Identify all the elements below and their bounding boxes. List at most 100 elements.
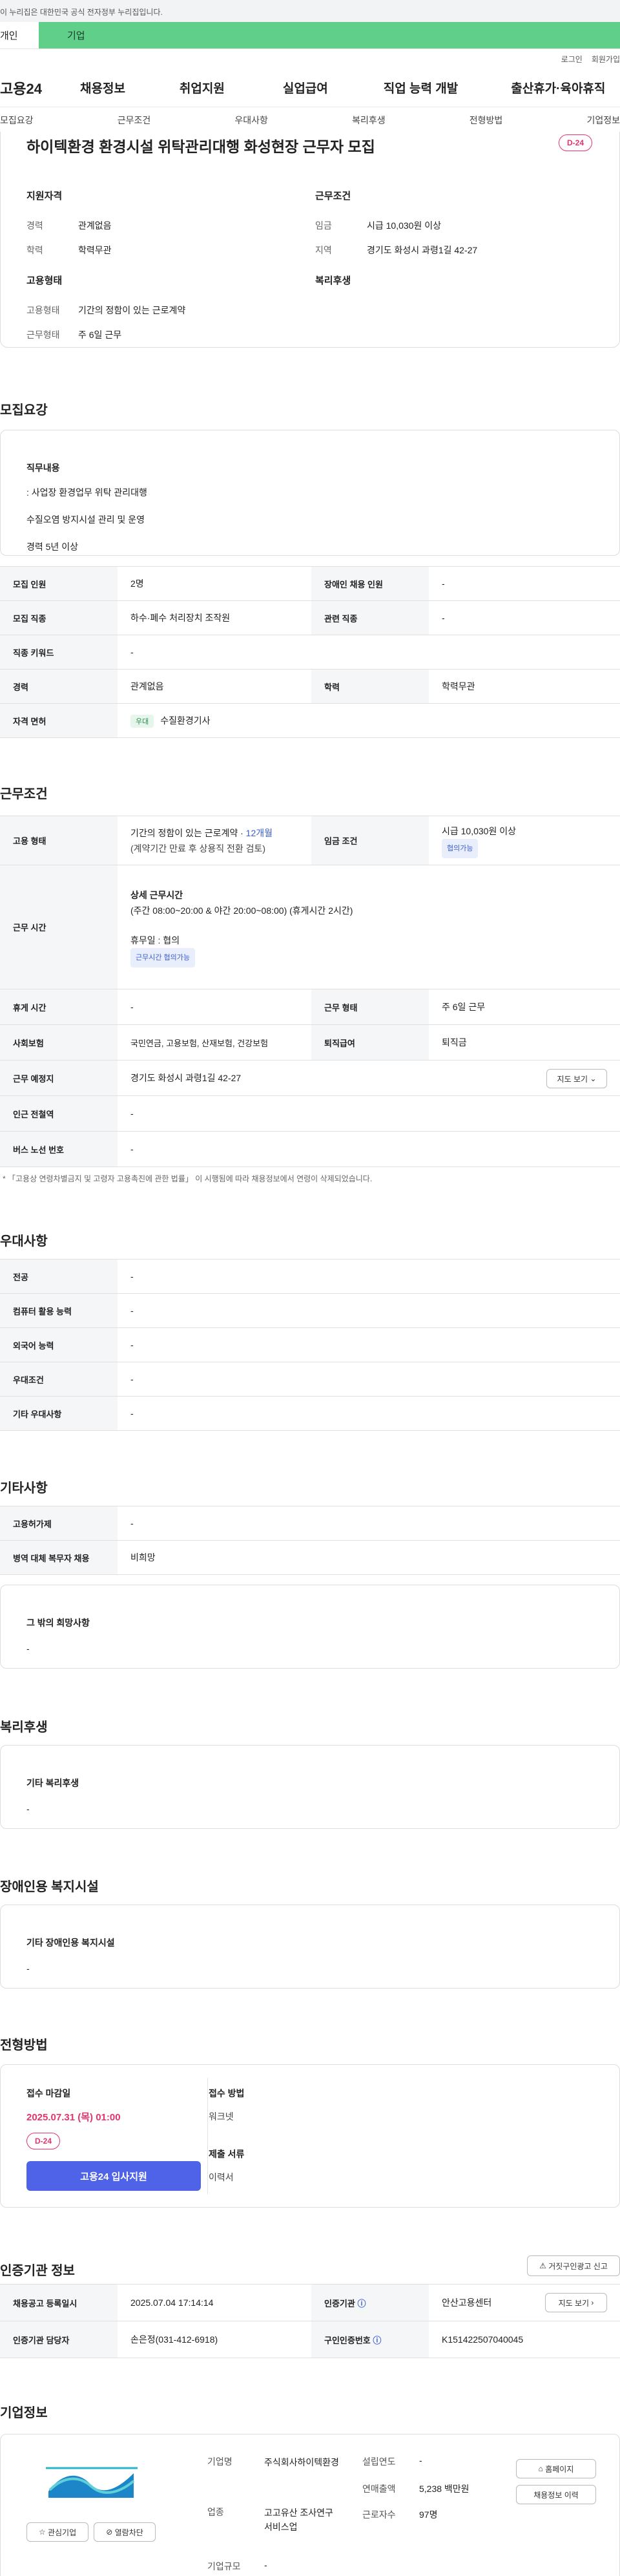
cell-label: 인증기관 <box>324 2298 355 2308</box>
nav-jobs[interactable]: 채용정보 <box>80 79 125 96</box>
nav-employment-support[interactable]: 취업지원 <box>180 79 225 96</box>
etc-table: 고용허가제 - 병역 대체 복무자 채용 비희망 <box>0 1506 620 1575</box>
cell-label: 임금 조건 <box>311 816 429 865</box>
work-table: 고용 형태 기간의 정함이 있는 근로계약 · 12개월 (계약기간 만료 후 상… <box>0 816 620 1167</box>
cert-table: 채용공고 등록일시 2025.07.04 17:14:14 인증기관 ⓘ 안산고용센터… <box>0 2284 620 2358</box>
cell-value: - <box>118 1095 620 1132</box>
cell-label: 장애인 채용 인원 <box>311 566 429 601</box>
info-icon[interactable]: ⓘ <box>357 2299 366 2308</box>
cell-label: 자격 면허 <box>0 703 118 738</box>
company-emp-label: 근로자수 <box>362 2509 396 2520</box>
deadline-heading: 접수 마감일 <box>26 2088 71 2098</box>
anchor-prefer[interactable]: 우대사항 <box>234 114 268 127</box>
age-note: * 「고용상 연령차별금지 및 고령자 고용촉진에 관한 법률」 이 시행됨에 … <box>3 1174 373 1183</box>
cell-value: 학력무관 <box>429 669 620 704</box>
anchor-welfare[interactable]: 복리후생 <box>352 114 386 127</box>
cell-label: 휴게 시간 <box>0 989 118 1025</box>
method-value: 워크넷 <box>209 2111 234 2122</box>
cell-value: 2025.07.04 17:14:14 <box>118 2284 311 2321</box>
cell-label: 기타 우대사항 <box>0 1396 118 1431</box>
info-icon[interactable]: ⓘ <box>373 2336 381 2345</box>
cell-value: - <box>118 1327 620 1362</box>
cell-value: - <box>118 1362 620 1397</box>
qual-label: 경력 <box>26 220 43 231</box>
cell-label: 외국어 능력 <box>0 1327 118 1362</box>
emp-label: 근무형태 <box>26 330 60 340</box>
work-time-detail: (주간 08:00~20:00 & 야간 20:00~08:00) (휴게시간 … <box>130 905 353 916</box>
job-desc-line: 경력 5년 이상 <box>26 542 78 552</box>
signup-link[interactable]: 회원가입 <box>592 54 620 65</box>
chevron-right-icon: › <box>591 2298 594 2307</box>
cell-value: - <box>429 566 620 601</box>
anchor-selection[interactable]: 전형방법 <box>470 114 503 127</box>
cell-value: - <box>118 635 620 670</box>
map-view-button[interactable]: 지도 보기 ⌄ <box>546 1069 607 1088</box>
cell-value: - <box>118 1259 620 1294</box>
company-box: ☆ 관심기업 ⊘ 열람차단 기업명 주식회사하이텍환경 업종 고고유산 조사연구… <box>0 2434 620 2576</box>
cell-label: 사회보험 <box>0 1024 118 1061</box>
cell-value: 관계없음 <box>118 669 311 704</box>
cert-map-button[interactable]: 지도 보기 › <box>545 2293 607 2312</box>
emp-value: 기간의 정함이 있는 근로계약 <box>78 305 186 315</box>
nav-unemployment[interactable]: 실업급여 <box>283 79 328 96</box>
apply-button[interactable]: 고용24 입사지원 <box>26 2161 201 2191</box>
user-type-tabs: 개인 기업 <box>0 22 620 49</box>
contract-months: 12개월 <box>245 827 273 838</box>
anchor-work[interactable]: 근무조건 <box>118 114 151 127</box>
section-cert-heading: 인증기관 정보 <box>0 2264 75 2278</box>
docs-value: 이력서 <box>209 2172 234 2182</box>
job-history-button[interactable]: 채용정보 이력 <box>516 2485 596 2504</box>
cell-label: 인증기관 담당자 <box>0 2321 118 2358</box>
home-icon: ⌂ <box>538 2464 543 2473</box>
disabled-facility-value: - <box>26 1963 30 1974</box>
cell-value: K151422507040045 <box>429 2321 620 2358</box>
cond-label: 지역 <box>315 245 332 255</box>
disabled-box: 기타 장애인용 복지시설 - <box>0 1905 620 1989</box>
cell-label: 퇴직급여 <box>311 1024 429 1061</box>
anchor-recruit[interactable]: 모집요강 <box>0 114 34 127</box>
company-name-label: 기업명 <box>207 2456 232 2467</box>
welfare-value: - <box>26 1804 30 1814</box>
cell-label: 관련 직종 <box>311 600 429 635</box>
cell-label: 학력 <box>311 669 429 704</box>
report-fake-ad-button[interactable]: ⚠ 거짓구인광고 신고 <box>527 2255 620 2276</box>
emp-label: 고용형태 <box>26 305 60 315</box>
login-link[interactable]: 로그인 <box>561 54 583 65</box>
homepage-label: 홈페이지 <box>545 2464 574 2474</box>
cell-value: - <box>118 1396 620 1431</box>
holiday-value: 휴무일 : 협의 <box>130 934 180 945</box>
cell-label: 모집 직종 <box>0 600 118 635</box>
global-nav: 고용24 채용정보 취업지원 실업급여 직업 능력 개발 출산휴가·육아휴직 <box>0 69 620 107</box>
docs-heading: 제출 서류 <box>209 2149 245 2159</box>
recruit-table: 모집 인원 2명 장애인 채용 인원 - 모집 직종 하수·폐수 처리장치 조작원 관련 … <box>0 566 620 738</box>
anchor-company[interactable]: 기업정보 <box>586 114 620 127</box>
tab-personal[interactable]: 개인 <box>0 22 39 48</box>
welfare-heading: 기타 복리후생 <box>26 1778 79 1788</box>
cell-label: 근무 예정지 <box>0 1060 118 1096</box>
chevron-down-icon: ⌄ <box>590 1074 597 1083</box>
job-desc-line: : 사업장 환경업무 위탁 관리대행 <box>26 487 147 498</box>
company-size-value: - <box>264 2560 267 2570</box>
cell-value: 안산고용센터 <box>442 2297 492 2308</box>
job-description-box: 직무내용 : 사업장 환경업무 위탁 관리대행 수질오염 방지시설 관리 및 운… <box>0 430 620 556</box>
section-welfare-heading: 복리후생 <box>0 1720 48 1735</box>
nav-training[interactable]: 직업 능력 개발 <box>384 79 458 96</box>
section-recruit-heading: 모집요강 <box>0 403 48 417</box>
work-place-value: 경기도 화성시 과령1길 42-27 <box>130 1073 242 1083</box>
site-logo[interactable]: 고용24 <box>0 78 80 98</box>
favorite-company-button[interactable]: ☆ 관심기업 <box>26 2522 88 2542</box>
cell-label: 모집 인원 <box>0 566 118 601</box>
company-biz-label: 업종 <box>207 2507 224 2517</box>
block-view-button[interactable]: ⊘ 열람차단 <box>94 2522 156 2542</box>
tab-company[interactable]: 기업 <box>39 22 620 48</box>
cond-value: 경기도 화성시 과령1길 42-27 <box>367 245 478 255</box>
job-desc-line: 수질오염 방지시설 관리 및 운영 <box>26 514 145 525</box>
homepage-button[interactable]: ⌂ 홈페이지 <box>516 2459 596 2478</box>
company-sales-value: 5,238 백만원 <box>419 2484 470 2494</box>
anchor-nav: 모집요강 근무조건 우대사항 복리후생 전형방법 기업정보 <box>0 107 620 133</box>
cell-label: 고용허가제 <box>0 1506 118 1541</box>
util-links: 로그인 회원가입 <box>0 49 620 69</box>
alert-icon: ⚠ <box>539 2261 546 2270</box>
emp-heading: 고용형태 <box>26 275 63 286</box>
nav-leave[interactable]: 출산휴가·육아휴직 <box>511 79 605 96</box>
